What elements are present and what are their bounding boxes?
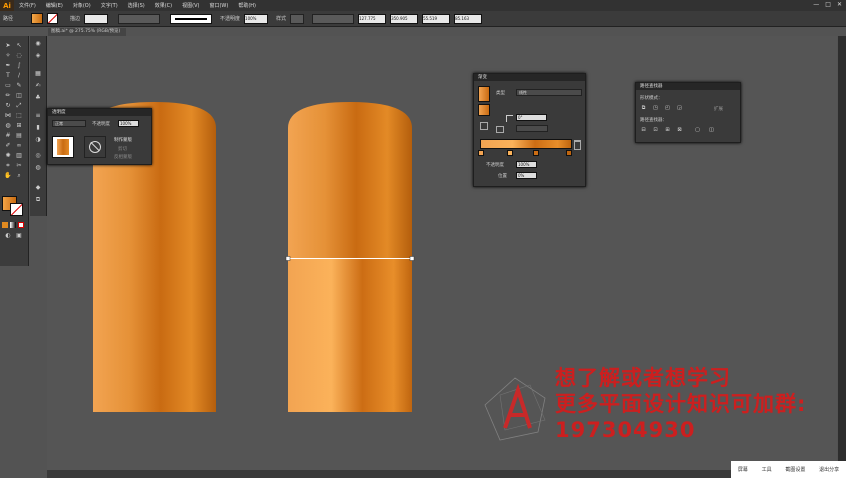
location-label: 位置 <box>498 174 507 179</box>
crop-icon[interactable]: ⊠ <box>676 127 683 133</box>
watermark-line-2: 更多平面设计知识可加群: <box>555 392 807 416</box>
angle-icon <box>506 115 513 122</box>
minus-front-icon[interactable]: ◳ <box>652 105 659 111</box>
opacity-input[interactable]: 100% <box>118 120 139 127</box>
clip-checkbox[interactable]: 剪切 <box>118 146 127 152</box>
watermark-logo <box>484 377 546 441</box>
pathfinder-panel-title: 路径查找器 <box>636 83 740 90</box>
anchor-point-right <box>409 256 415 261</box>
transparency-panel: 透明度 正常 不透明度 100% 制作蒙版 剪切 反相蒙版 <box>47 108 152 165</box>
reverse-gradient-button[interactable] <box>496 126 504 133</box>
gradient-panel-title: 渐变 <box>474 74 585 81</box>
cylinder-right-top <box>288 102 412 258</box>
share-screenshot-settings-button[interactable]: 截图设置 <box>785 466 805 473</box>
expand-button[interactable]: 扩展 <box>714 106 723 112</box>
cylinder-right-bottom <box>288 259 412 412</box>
unite-icon[interactable]: ⧉ <box>640 105 647 111</box>
share-toolbar: 屏幕 工具 截图设置 退出分享 <box>731 461 846 478</box>
make-mask-button[interactable]: 制作蒙版 <box>114 137 132 143</box>
invert-mask-checkbox[interactable]: 反相蒙版 <box>114 154 132 160</box>
color-stop-4[interactable] <box>566 150 572 156</box>
color-stop-3[interactable] <box>533 150 539 156</box>
stop-opacity-input[interactable]: 100% <box>516 161 537 168</box>
share-tools-button[interactable]: 工具 <box>762 466 772 473</box>
pathfinder-panel: 路径查找器 形状模式： ⧉ ◳ ◰ ◲ 扩展 路径查找器： ⊟ ⊡ ⊞ ⊠ ▢ … <box>635 82 741 143</box>
fill-stroke-toggle[interactable] <box>478 104 490 116</box>
type-label: 类型 <box>496 91 505 96</box>
gradient-slider[interactable] <box>480 139 572 149</box>
angle-input[interactable]: 0° <box>516 114 547 121</box>
outline-icon[interactable]: ▢ <box>694 127 701 133</box>
share-screen-button[interactable]: 屏幕 <box>738 466 748 473</box>
gradient-preview-swatch[interactable] <box>478 86 490 102</box>
divide-icon[interactable]: ⊟ <box>640 127 647 133</box>
gradient-type-select[interactable]: 线性 <box>516 89 582 96</box>
share-exit-button[interactable]: 退出分享 <box>819 466 839 473</box>
watermark-text: 想了解或者想学习 更多平面设计知识可加群: 197304930 <box>555 365 806 443</box>
no-mask-icon <box>89 141 101 153</box>
stop-opacity-label: 不透明度 <box>486 163 504 168</box>
watermark-line-1: 想了解或者想学习 <box>555 366 731 390</box>
color-stop-2[interactable] <box>507 150 513 156</box>
minus-back-icon[interactable]: ◫ <box>708 127 715 133</box>
location-input[interactable]: 0% <box>516 172 537 179</box>
mask-thumbnail[interactable] <box>84 136 106 158</box>
object-thumbnail <box>52 136 74 158</box>
opacity-label: 不透明度 <box>92 122 110 127</box>
trim-icon[interactable]: ⊡ <box>652 127 659 133</box>
exclude-icon[interactable]: ◲ <box>676 105 683 111</box>
aspect-ratio-input[interactable] <box>516 125 548 132</box>
intersect-icon[interactable]: ◰ <box>664 105 671 111</box>
blend-mode-select[interactable]: 正常 <box>52 120 86 127</box>
gradient-panel: 渐变 类型 线性 0° 不透明度 100% 位置 0% <box>473 73 586 187</box>
shape-modes-label: 形状模式： <box>640 96 663 101</box>
transparency-panel-title: 透明度 <box>48 109 151 116</box>
stroke-gradient-icon <box>480 122 488 130</box>
trash-icon[interactable] <box>574 140 581 150</box>
color-stop-1[interactable] <box>478 150 484 156</box>
pathfinders-label: 路径查找器： <box>640 118 667 123</box>
anchor-point-left <box>285 256 291 261</box>
merge-icon[interactable]: ⊞ <box>664 127 671 133</box>
watermark-line-3: 197304930 <box>555 418 696 442</box>
